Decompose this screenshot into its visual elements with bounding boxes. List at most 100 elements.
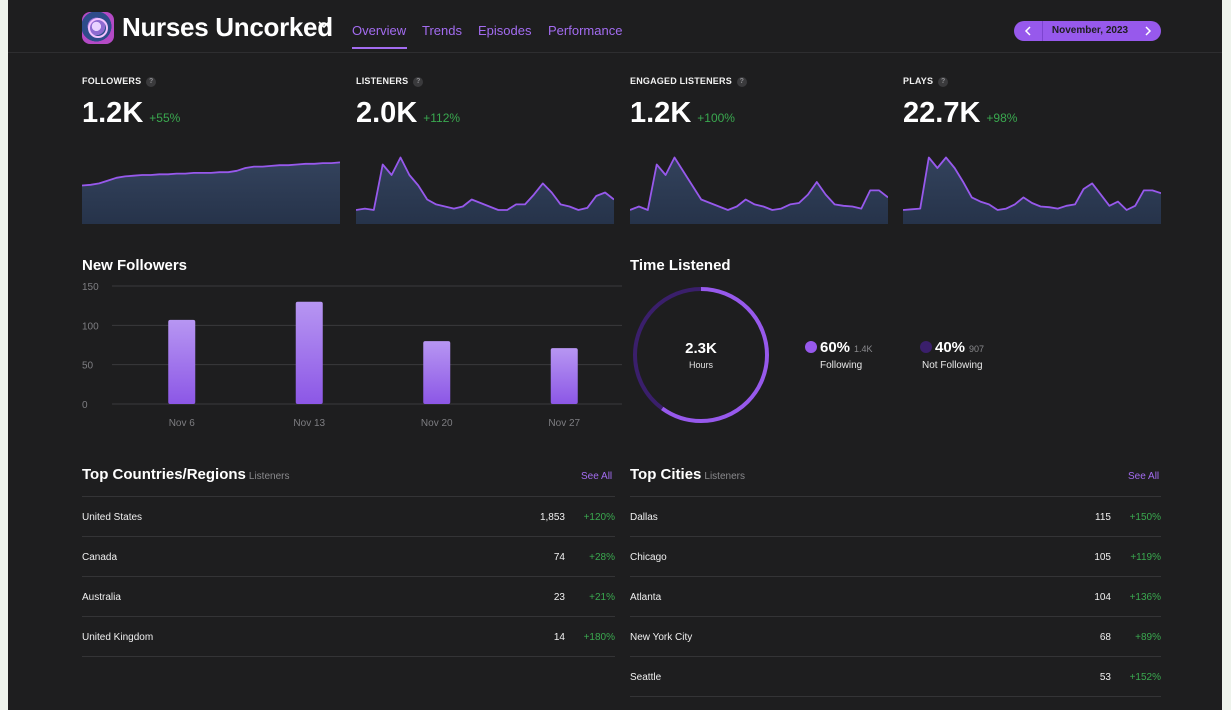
engaged-listeners-change: +100% [697, 111, 735, 125]
row-listeners: 115 [1095, 512, 1111, 523]
y-tick-label: 150 [82, 282, 99, 293]
bar-nov-20[interactable] [423, 341, 451, 404]
row-change: +152% [1129, 672, 1161, 683]
row-name: United States [82, 512, 143, 523]
row-name: Chicago [630, 552, 667, 563]
city-row[interactable]: Atlanta 104 +136% [630, 576, 1161, 617]
show-title[interactable]: Nurses Uncorked [122, 12, 333, 43]
cities-see-all-link[interactable]: See All [1128, 471, 1159, 482]
help-icon[interactable]: ? [736, 77, 747, 87]
sparkline-area [903, 157, 1161, 224]
following-legend-dot [805, 341, 817, 353]
row-listeners: 14 [553, 632, 565, 643]
followers-value: 1.2K +55% [82, 97, 181, 129]
row-change: +28% [589, 552, 615, 563]
row-name: Canada [82, 552, 118, 563]
new-followers-chart: 0 50 100 150 Nov 6 Nov 13 Nov 20 Nov 27 [82, 282, 622, 429]
help-icon[interactable]: ? [938, 77, 949, 87]
tab-trends[interactable]: Trends [422, 23, 462, 38]
bar-nov-6[interactable] [168, 319, 196, 404]
row-change: +21% [589, 592, 615, 603]
podcast-artwork [82, 12, 114, 44]
country-row[interactable]: Australia 23 +21% [82, 576, 615, 617]
time-listened-title: Time Listened [630, 257, 731, 274]
country-row[interactable]: United Kingdom 14 +180% [82, 616, 615, 657]
row-listeners: 104 [1094, 592, 1111, 603]
app-window: Nurses Uncorked Overview Trends Episodes… [8, 0, 1222, 710]
table-divider [82, 656, 615, 657]
top-cities-title: Top Cities Listeners [630, 466, 745, 483]
top-countries-title: Top Countries/Regions Listeners [82, 466, 290, 483]
country-row[interactable]: Canada 74 +28% [82, 536, 615, 577]
row-change: +150% [1129, 512, 1161, 523]
sparkline-area [82, 162, 340, 224]
y-tick-label: 50 [82, 361, 94, 372]
engaged-listeners-value: 1.2K +100% [630, 97, 735, 129]
engaged-listeners-sparkline [630, 156, 888, 224]
help-icon[interactable]: ? [146, 77, 157, 87]
row-listeners: 53 [1099, 672, 1111, 683]
row-listeners: 74 [553, 552, 565, 563]
row-listeners: 68 [1099, 632, 1111, 643]
row-change: +180% [583, 632, 615, 643]
city-row[interactable]: Dallas 115 +150% [630, 496, 1161, 537]
top-countries-subtitle: Listeners [248, 471, 290, 482]
row-change: +136% [1129, 592, 1161, 603]
row-name: New York City [630, 632, 693, 643]
plays-value: 22.7K +98% [903, 97, 1018, 129]
bar-nov-13[interactable] [295, 301, 323, 404]
y-tick-label: 0 [82, 400, 88, 411]
time-listened-total: 2.3K [685, 340, 717, 357]
chevron-down-icon[interactable] [317, 20, 331, 30]
plays-label: PLAYS? [903, 76, 949, 87]
row-listeners: 23 [553, 592, 565, 603]
following-count: 1.4K [854, 344, 873, 354]
plays-change: +98% [986, 111, 1018, 125]
city-row[interactable]: Chicago 105 +119% [630, 536, 1161, 577]
row-listeners: 105 [1094, 552, 1111, 563]
row-name: Dallas [630, 512, 658, 523]
date-picker: November, 2023 [1014, 21, 1161, 41]
tab-performance[interactable]: Performance [548, 23, 622, 38]
x-tick-label: Nov 13 [293, 418, 325, 429]
tab-overview[interactable]: Overview [352, 23, 406, 38]
countries-see-all-link[interactable]: See All [581, 471, 612, 482]
tab-episodes[interactable]: Episodes [478, 23, 531, 38]
row-listeners: 1,853 [539, 512, 565, 523]
next-month-button[interactable] [1135, 21, 1161, 41]
x-tick-label: Nov 27 [548, 418, 580, 429]
city-row[interactable]: Seattle 53 +152% [630, 656, 1161, 697]
row-change: +120% [583, 512, 615, 523]
listeners-sparkline [356, 156, 614, 224]
following-label: Following [820, 360, 863, 371]
help-icon[interactable]: ? [413, 77, 424, 87]
date-label[interactable]: November, 2023 [1044, 25, 1136, 36]
not-following-count: 907 [969, 344, 985, 354]
not-following-label: Not Following [922, 360, 983, 371]
followers-change: +55% [149, 111, 181, 125]
listeners-change: +112% [423, 111, 461, 125]
row-name: Australia [82, 592, 121, 603]
plays-sparkline [903, 156, 1161, 224]
listeners-label: LISTENERS? [356, 76, 424, 87]
following-percent: 60% 1.4K [820, 339, 873, 356]
top-cities-subtitle: Listeners [704, 471, 745, 482]
row-name: United Kingdom [82, 632, 154, 643]
active-tab-indicator [352, 47, 407, 49]
x-tick-label: Nov 6 [169, 418, 196, 429]
not-following-percent: 40% 907 [935, 339, 985, 356]
city-row[interactable]: New York City 68 +89% [630, 616, 1161, 657]
followers-sparkline [82, 161, 340, 224]
chevron-left-icon [1024, 26, 1031, 36]
engaged-listeners-label: ENGAGED LISTENERS? [630, 76, 747, 87]
country-row[interactable]: United States 1,853 +120% [82, 496, 615, 537]
table-divider [630, 696, 1161, 697]
followers-label: FOLLOWERS? [82, 76, 157, 87]
row-name: Seattle [630, 672, 662, 683]
y-tick-label: 100 [82, 321, 99, 332]
not-following-legend-dot [920, 341, 932, 353]
chevron-right-icon [1145, 26, 1152, 36]
previous-month-button[interactable] [1014, 21, 1043, 41]
time-listened-unit: Hours [688, 360, 713, 370]
bar-nov-27[interactable] [550, 348, 578, 404]
